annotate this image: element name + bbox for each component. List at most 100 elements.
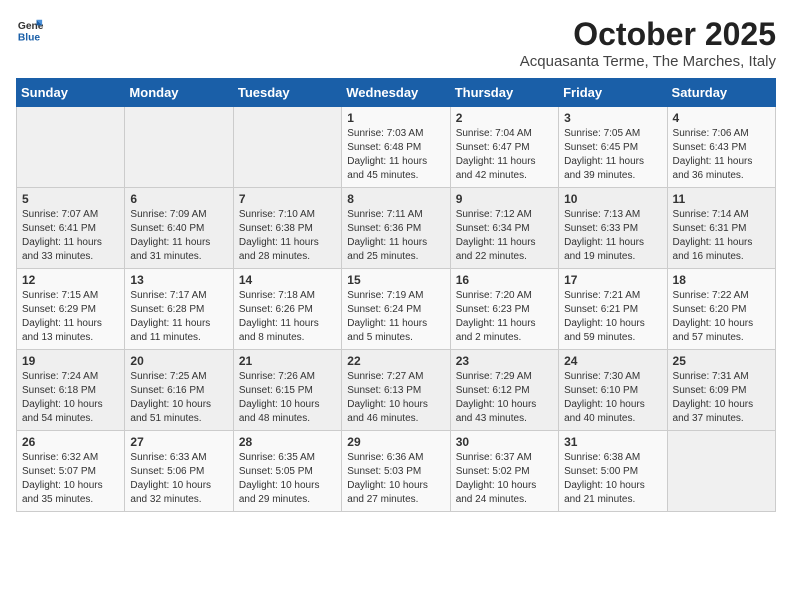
weekday-header-wednesday: Wednesday	[342, 79, 450, 107]
week-row-3: 12 Sunrise: 7:15 AM Sunset: 6:29 PM Dayli…	[17, 269, 776, 350]
week-row-5: 26Sunrise: 6:32 AM Sunset: 5:07 PM Dayli…	[17, 431, 776, 512]
day-number: 14	[239, 273, 336, 287]
day-cell: 6Sunrise: 7:09 AM Sunset: 6:40 PM Daylig…	[125, 188, 233, 269]
day-cell: 31 Sunrise: 6:38 AM Sunset: 5:00 PM Dayli…	[559, 431, 667, 512]
page-header: General Blue October 2025 Acquasanta Ter…	[16, 16, 776, 70]
day-number: 28	[239, 435, 336, 449]
day-number: 29	[347, 435, 444, 449]
day-cell: 2 Sunrise: 7:04 AM Sunset: 6:47 PM Daylig…	[450, 107, 558, 188]
day-cell: 14 Sunrise: 7:18 AM Sunset: 6:26 PM Dayli…	[233, 269, 341, 350]
day-cell: 18 Sunrise: 7:22 AM Sunset: 6:20 PM Dayli…	[667, 269, 775, 350]
day-number: 10	[564, 192, 661, 206]
day-number: 16	[456, 273, 553, 287]
day-cell: 26Sunrise: 6:32 AM Sunset: 5:07 PM Dayli…	[17, 431, 125, 512]
day-info: Sunrise: 7:22 AM Sunset: 6:20 PM Dayligh…	[673, 289, 770, 345]
day-info: Sunrise: 6:36 AM Sunset: 5:03 PM Dayligh…	[347, 451, 444, 507]
day-cell: 16Sunrise: 7:20 AM Sunset: 6:23 PM Dayli…	[450, 269, 558, 350]
month-title: October 2025	[520, 16, 776, 53]
day-info: Sunrise: 7:18 AM Sunset: 6:26 PM Dayligh…	[239, 289, 336, 345]
day-cell: 24 Sunrise: 7:30 AM Sunset: 6:10 PM Dayli…	[559, 350, 667, 431]
day-cell: 12 Sunrise: 7:15 AM Sunset: 6:29 PM Dayli…	[17, 269, 125, 350]
week-row-2: 5 Sunrise: 7:07 AM Sunset: 6:41 PM Daylig…	[17, 188, 776, 269]
day-cell: 27 Sunrise: 6:33 AM Sunset: 5:06 PM Dayli…	[125, 431, 233, 512]
day-number: 25	[673, 354, 770, 368]
day-cell: 22 Sunrise: 7:27 AM Sunset: 6:13 PM Dayli…	[342, 350, 450, 431]
logo-icon: General Blue	[16, 16, 44, 44]
day-number: 31	[564, 435, 661, 449]
day-info: Sunrise: 7:06 AM Sunset: 6:43 PM Dayligh…	[673, 127, 770, 183]
day-info: Sunrise: 7:04 AM Sunset: 6:47 PM Dayligh…	[456, 127, 553, 183]
day-cell: 5 Sunrise: 7:07 AM Sunset: 6:41 PM Daylig…	[17, 188, 125, 269]
weekday-header-tuesday: Tuesday	[233, 79, 341, 107]
day-info: Sunrise: 7:31 AM Sunset: 6:09 PM Dayligh…	[673, 370, 770, 426]
day-info: Sunrise: 6:37 AM Sunset: 5:02 PM Dayligh…	[456, 451, 553, 507]
day-number: 7	[239, 192, 336, 206]
day-cell: 19 Sunrise: 7:24 AM Sunset: 6:18 PM Dayli…	[17, 350, 125, 431]
day-number: 11	[673, 192, 770, 206]
day-cell	[667, 431, 775, 512]
day-cell: 20 Sunrise: 7:25 AM Sunset: 6:16 PM Dayli…	[125, 350, 233, 431]
day-cell: 10 Sunrise: 7:13 AM Sunset: 6:33 PM Dayli…	[559, 188, 667, 269]
day-info: Sunrise: 7:07 AM Sunset: 6:41 PM Dayligh…	[22, 208, 119, 264]
day-info: Sunrise: 7:14 AM Sunset: 6:31 PM Dayligh…	[673, 208, 770, 264]
day-cell	[233, 107, 341, 188]
day-number: 1	[347, 111, 444, 125]
day-number: 15	[347, 273, 444, 287]
calendar-table: SundayMondayTuesdayWednesdayThursdayFrid…	[16, 78, 776, 512]
day-cell: 11 Sunrise: 7:14 AM Sunset: 6:31 PM Dayli…	[667, 188, 775, 269]
day-info: Sunrise: 7:15 AM Sunset: 6:29 PM Dayligh…	[22, 289, 119, 345]
day-number: 30	[456, 435, 553, 449]
day-cell: 23Sunrise: 7:29 AM Sunset: 6:12 PM Dayli…	[450, 350, 558, 431]
day-info: Sunrise: 7:27 AM Sunset: 6:13 PM Dayligh…	[347, 370, 444, 426]
day-cell: 13 Sunrise: 7:17 AM Sunset: 6:28 PM Dayli…	[125, 269, 233, 350]
day-cell: 8 Sunrise: 7:11 AM Sunset: 6:36 PM Daylig…	[342, 188, 450, 269]
day-cell: 28 Sunrise: 6:35 AM Sunset: 5:05 PM Dayli…	[233, 431, 341, 512]
day-number: 20	[130, 354, 227, 368]
day-info: Sunrise: 7:05 AM Sunset: 6:45 PM Dayligh…	[564, 127, 661, 183]
weekday-header-row: SundayMondayTuesdayWednesdayThursdayFrid…	[17, 79, 776, 107]
day-number: 5	[22, 192, 119, 206]
day-number: 27	[130, 435, 227, 449]
day-info: Sunrise: 6:33 AM Sunset: 5:06 PM Dayligh…	[130, 451, 227, 507]
title-area: October 2025 Acquasanta Terme, The March…	[520, 16, 776, 70]
day-number: 18	[673, 273, 770, 287]
day-number: 13	[130, 273, 227, 287]
weekday-header-thursday: Thursday	[450, 79, 558, 107]
day-cell: 25 Sunrise: 7:31 AM Sunset: 6:09 PM Dayli…	[667, 350, 775, 431]
day-number: 6	[130, 192, 227, 206]
day-info: Sunrise: 7:25 AM Sunset: 6:16 PM Dayligh…	[130, 370, 227, 426]
day-number: 4	[673, 111, 770, 125]
location-title: Acquasanta Terme, The Marches, Italy	[520, 53, 776, 70]
week-row-4: 19 Sunrise: 7:24 AM Sunset: 6:18 PM Dayli…	[17, 350, 776, 431]
svg-text:Blue: Blue	[18, 32, 41, 43]
day-number: 24	[564, 354, 661, 368]
day-info: Sunrise: 7:19 AM Sunset: 6:24 PM Dayligh…	[347, 289, 444, 345]
day-cell: 9Sunrise: 7:12 AM Sunset: 6:34 PM Daylig…	[450, 188, 558, 269]
day-number: 9	[456, 192, 553, 206]
day-info: Sunrise: 7:17 AM Sunset: 6:28 PM Dayligh…	[130, 289, 227, 345]
day-cell: 21Sunrise: 7:26 AM Sunset: 6:15 PM Dayli…	[233, 350, 341, 431]
logo: General Blue	[16, 16, 44, 44]
day-info: Sunrise: 7:03 AM Sunset: 6:48 PM Dayligh…	[347, 127, 444, 183]
day-number: 19	[22, 354, 119, 368]
day-info: Sunrise: 7:24 AM Sunset: 6:18 PM Dayligh…	[22, 370, 119, 426]
weekday-header-friday: Friday	[559, 79, 667, 107]
day-info: Sunrise: 7:21 AM Sunset: 6:21 PM Dayligh…	[564, 289, 661, 345]
weekday-header-saturday: Saturday	[667, 79, 775, 107]
day-number: 2	[456, 111, 553, 125]
day-info: Sunrise: 7:13 AM Sunset: 6:33 PM Dayligh…	[564, 208, 661, 264]
day-cell: 7Sunrise: 7:10 AM Sunset: 6:38 PM Daylig…	[233, 188, 341, 269]
day-info: Sunrise: 7:30 AM Sunset: 6:10 PM Dayligh…	[564, 370, 661, 426]
weekday-header-sunday: Sunday	[17, 79, 125, 107]
day-cell: 30 Sunrise: 6:37 AM Sunset: 5:02 PM Dayli…	[450, 431, 558, 512]
day-number: 8	[347, 192, 444, 206]
day-number: 22	[347, 354, 444, 368]
day-number: 3	[564, 111, 661, 125]
day-info: Sunrise: 6:35 AM Sunset: 5:05 PM Dayligh…	[239, 451, 336, 507]
day-cell	[125, 107, 233, 188]
day-number: 12	[22, 273, 119, 287]
day-cell: 1 Sunrise: 7:03 AM Sunset: 6:48 PM Daylig…	[342, 107, 450, 188]
day-cell	[17, 107, 125, 188]
day-info: Sunrise: 6:38 AM Sunset: 5:00 PM Dayligh…	[564, 451, 661, 507]
day-info: Sunrise: 7:11 AM Sunset: 6:36 PM Dayligh…	[347, 208, 444, 264]
